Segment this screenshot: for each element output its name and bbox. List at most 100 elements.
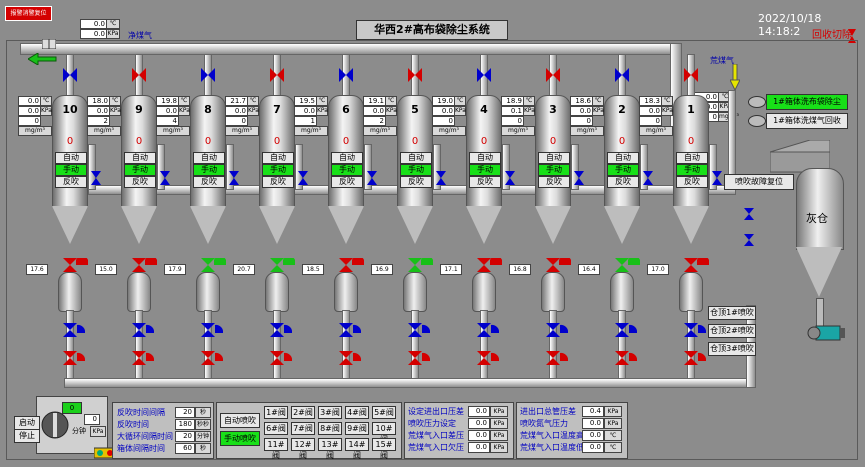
hopper-valve-2-icon[interactable] — [477, 350, 500, 365]
filter-raw-valve-icon[interactable] — [91, 170, 101, 185]
pressure-value[interactable]: 0.0 — [468, 406, 490, 417]
reverse-blow-button[interactable]: 反吹 — [400, 176, 432, 188]
hopper-valve-1-icon[interactable] — [408, 322, 431, 337]
manual-mode-button[interactable]: 手动 — [124, 164, 156, 176]
auto-mode-button[interactable]: 自动 — [55, 152, 87, 164]
filter-top-valve-icon[interactable] — [684, 67, 698, 82]
top-blow-1-button[interactable]: 仓顶1#喷吹 — [708, 306, 756, 320]
blow-valve-button[interactable]: 8#阀 — [318, 422, 342, 435]
pressure-value[interactable]: 0.0 — [468, 418, 490, 429]
manual-mode-button[interactable]: 手动 — [55, 164, 87, 176]
filter-discharge-valve-icon[interactable] — [477, 257, 491, 272]
start-button[interactable]: 启动 — [14, 416, 40, 430]
hopper-valve-1-icon[interactable] — [132, 322, 155, 337]
auto-mode-button[interactable]: 自动 — [607, 152, 639, 164]
filter-top-valve-icon[interactable] — [477, 67, 491, 82]
reverse-blow-button[interactable]: 反吹 — [331, 176, 363, 188]
filter-raw-valve-icon[interactable] — [712, 170, 722, 185]
blow-valve-button[interactable]: 9#阀 — [345, 422, 369, 435]
manual-mode-button[interactable]: 手动 — [469, 164, 501, 176]
hopper-valve-1-icon[interactable] — [339, 322, 362, 337]
blow-valve-button[interactable]: 2#阀 — [291, 406, 315, 419]
ash-discharge-motor-icon[interactable] — [806, 322, 846, 348]
manual-mode-button[interactable]: 手动 — [331, 164, 363, 176]
blow-valve-button[interactable]: 15#阀 — [372, 438, 396, 460]
manual-mode-button[interactable]: 手动 — [262, 164, 294, 176]
blow-valve-button[interactable]: 11#阀 — [264, 438, 288, 460]
filter-raw-valve-icon[interactable] — [643, 170, 653, 185]
reverse-blow-button[interactable]: 反吹 — [193, 176, 225, 188]
filter-top-valve-icon[interactable] — [546, 67, 560, 82]
hopper-valve-2-icon[interactable] — [339, 350, 362, 365]
filter-top-valve-icon[interactable] — [339, 67, 353, 82]
manual-mode-button[interactable]: 手动 — [538, 164, 570, 176]
blow-valve-button[interactable]: 7#阀 — [291, 422, 315, 435]
filter-discharge-valve-icon[interactable] — [132, 257, 146, 272]
filter-top-valve-icon[interactable] — [132, 67, 146, 82]
auto-mode-button[interactable]: 自动 — [193, 152, 225, 164]
selector-knob-icon[interactable] — [40, 410, 70, 444]
hopper-valve-2-icon[interactable] — [615, 350, 638, 365]
timing-value[interactable]: 180 — [175, 419, 195, 430]
auto-mode-button[interactable]: 自动 — [676, 152, 708, 164]
auto-blow-button[interactable]: 自动喷吹 — [220, 413, 260, 428]
filter-raw-valve-icon[interactable] — [298, 170, 308, 185]
reverse-blow-button[interactable]: 反吹 — [55, 176, 87, 188]
hopper-valve-2-icon[interactable] — [132, 350, 155, 365]
hopper-valve-2-icon[interactable] — [201, 350, 224, 365]
manual-mode-button[interactable]: 手动 — [193, 164, 225, 176]
reverse-blow-button[interactable]: 反吹 — [538, 176, 570, 188]
timing-value[interactable]: 60 — [175, 443, 195, 454]
top-blow-3-button[interactable]: 仓顶3#喷吹 — [708, 342, 756, 356]
auto-mode-button[interactable]: 自动 — [400, 152, 432, 164]
blow-valve-button[interactable]: 12#阀 — [291, 438, 315, 460]
filter-top-valve-icon[interactable] — [408, 67, 422, 82]
blow-valve-button[interactable]: 14#阀 — [345, 438, 369, 460]
auto-mode-button[interactable]: 自动 — [469, 152, 501, 164]
reverse-blow-button[interactable]: 反吹 — [676, 176, 708, 188]
hopper-valve-1-icon[interactable] — [477, 322, 500, 337]
filter-discharge-valve-icon[interactable] — [201, 257, 215, 272]
reverse-blow-button[interactable]: 反吹 — [607, 176, 639, 188]
blow-valve-button[interactable]: 6#阀 — [264, 422, 288, 435]
manual-blow-button[interactable]: 手动喷吹 — [220, 431, 260, 446]
reverse-blow-button[interactable]: 反吹 — [262, 176, 294, 188]
stop-button[interactable]: 停止 — [14, 429, 40, 443]
filter-discharge-valve-icon[interactable] — [63, 257, 77, 272]
filter-top-valve-icon[interactable] — [270, 67, 284, 82]
hopper-valve-1-icon[interactable] — [615, 322, 638, 337]
ash-valve-icon[interactable] — [744, 208, 754, 252]
top-valve-icon[interactable] — [41, 34, 57, 50]
filter-discharge-valve-icon[interactable] — [270, 257, 284, 272]
box-wash-bag-button[interactable]: 1#箱体洗布袋除尘 — [766, 94, 848, 110]
filter-raw-valve-icon[interactable] — [160, 170, 170, 185]
reverse-blow-button[interactable]: 反吹 — [469, 176, 501, 188]
blow-valve-button[interactable]: 4#阀 — [345, 406, 369, 419]
filter-top-valve-icon[interactable] — [201, 67, 215, 82]
manual-mode-button[interactable]: 手动 — [676, 164, 708, 176]
hopper-valve-2-icon[interactable] — [408, 350, 431, 365]
filter-discharge-valve-icon[interactable] — [408, 257, 422, 272]
manual-mode-button[interactable]: 手动 — [400, 164, 432, 176]
filter-discharge-valve-icon[interactable] — [339, 257, 353, 272]
auto-mode-button[interactable]: 自动 — [124, 152, 156, 164]
hopper-valve-2-icon[interactable] — [270, 350, 293, 365]
filter-raw-valve-icon[interactable] — [229, 170, 239, 185]
hopper-valve-2-icon[interactable] — [63, 350, 86, 365]
pressure-value[interactable]: 0.0 — [468, 442, 490, 453]
filter-discharge-valve-icon[interactable] — [615, 257, 629, 272]
filter-raw-valve-icon[interactable] — [505, 170, 515, 185]
top-blow-2-button[interactable]: 仓顶2#喷吹 — [708, 324, 756, 338]
hopper-valve-2-icon[interactable] — [546, 350, 569, 365]
filter-discharge-valve-icon[interactable] — [546, 257, 560, 272]
blow-valve-button[interactable]: 10#阀 — [372, 422, 396, 444]
auto-mode-button[interactable]: 自动 — [262, 152, 294, 164]
timing-value[interactable]: 20 — [175, 431, 195, 442]
hopper-valve-1-icon[interactable] — [63, 322, 86, 337]
hopper-valve-1-icon[interactable] — [546, 322, 569, 337]
filter-discharge-valve-icon[interactable] — [684, 257, 698, 272]
blow-valve-button[interactable]: 5#阀 — [372, 406, 396, 419]
pressure-value[interactable]: 0.0 — [468, 430, 490, 441]
auto-mode-button[interactable]: 自动 — [538, 152, 570, 164]
filter-raw-valve-icon[interactable] — [436, 170, 446, 185]
